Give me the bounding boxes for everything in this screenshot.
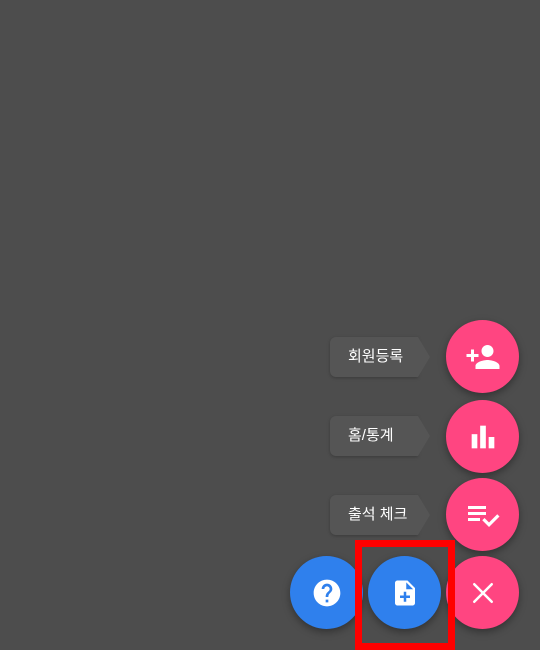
- attendance-check-button[interactable]: [446, 478, 519, 551]
- register-member-button[interactable]: [446, 320, 519, 393]
- playlist-check-icon: [465, 497, 501, 533]
- register-member-label-text: 회원등록: [348, 348, 404, 365]
- home-stats-label-text: 홈/통계: [348, 427, 394, 444]
- new-document-button[interactable]: [368, 556, 441, 629]
- person-add-icon: [465, 339, 501, 375]
- attendance-check-label-text: 출석 체크: [348, 506, 408, 523]
- attendance-check-label: 출석 체크: [330, 495, 430, 535]
- close-speed-dial-button[interactable]: [446, 556, 519, 629]
- screen-overlay: 회원등록 홈/통계 출석 체크: [0, 0, 540, 650]
- register-member-label: 회원등록: [330, 337, 430, 377]
- note-add-icon: [390, 578, 420, 608]
- help-circle-icon: [311, 577, 343, 609]
- home-stats-button[interactable]: [446, 400, 519, 473]
- close-icon: [468, 578, 498, 608]
- help-button[interactable]: [290, 556, 363, 629]
- bar-chart-icon: [466, 420, 500, 454]
- home-stats-label: 홈/통계: [330, 416, 430, 456]
